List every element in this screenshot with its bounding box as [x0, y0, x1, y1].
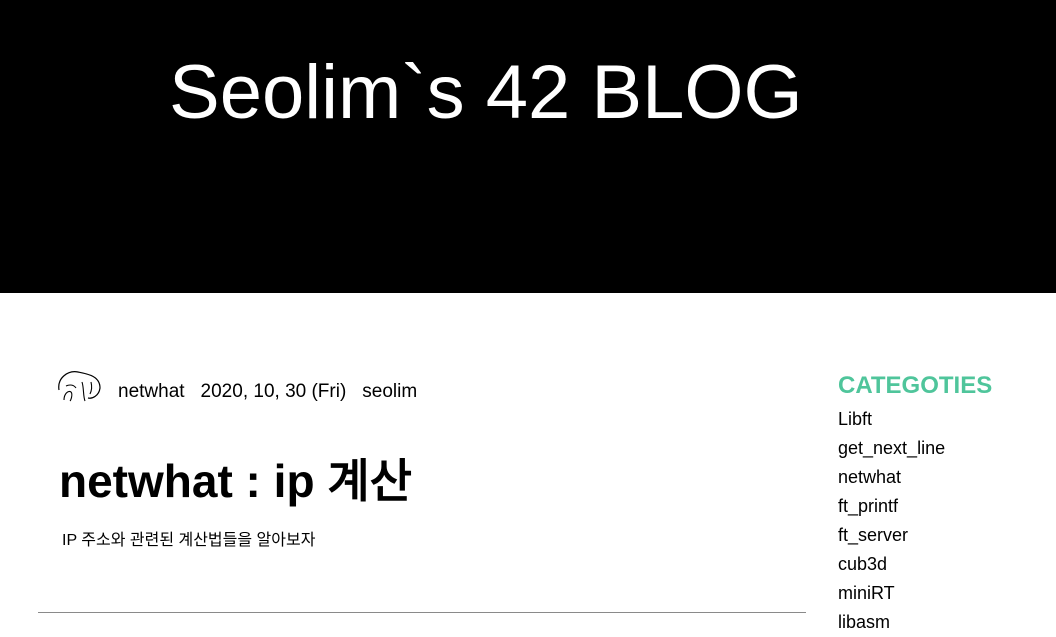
post-category-link[interactable]: netwhat: [118, 381, 185, 403]
categories-heading: CATEGOTIES: [838, 372, 993, 399]
sidebar: CATEGOTIES Libft get_next_line netwhat f…: [838, 371, 1048, 637]
post-meta: netwhat 2020, 10, 30 (Fri) seolim: [56, 371, 417, 412]
blog-header: Seolim`s 42 BLOG: [0, 0, 1056, 293]
category-item-netwhat[interactable]: netwhat: [838, 463, 1048, 492]
blog-title-link[interactable]: Seolim`s 42 BLOG: [169, 50, 803, 136]
category-item-ft-server[interactable]: ft_server: [838, 521, 1048, 550]
handdrawn-avatar-icon: [58, 371, 101, 402]
category-item-libasm[interactable]: libasm: [838, 608, 1048, 637]
post-title-link[interactable]: netwhat : ip 계산: [59, 452, 412, 510]
post-excerpt: IP 주소와 관련된 계산법들을 알아보자: [62, 532, 316, 549]
post-author[interactable]: seolim: [362, 381, 417, 403]
category-item-minirt[interactable]: miniRT: [838, 579, 1048, 608]
category-list: Libft get_next_line netwhat ft_printf ft…: [838, 405, 1048, 637]
category-item-libft[interactable]: Libft: [838, 405, 1048, 434]
post-date: 2020, 10, 30 (Fri): [200, 381, 347, 402]
post-divider: [38, 612, 806, 613]
category-item-cub3d[interactable]: cub3d: [838, 550, 1048, 579]
category-item-ft-printf[interactable]: ft_printf: [838, 492, 1048, 521]
category-item-get-next-line[interactable]: get_next_line: [838, 434, 1048, 463]
